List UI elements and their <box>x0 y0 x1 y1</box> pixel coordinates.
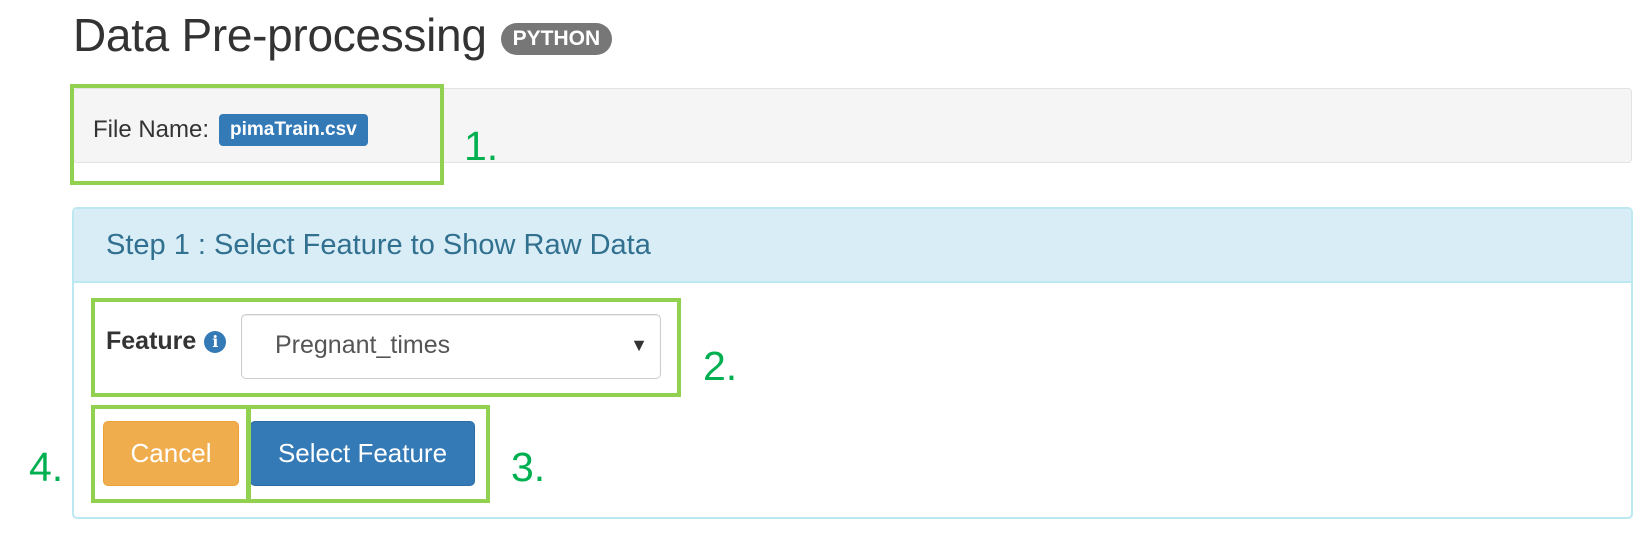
annotation-number-4: 4. <box>29 444 64 490</box>
file-name-badge: pimaTrain.csv <box>219 114 368 146</box>
annotation-number-3: 3. <box>511 444 546 490</box>
select-feature-button[interactable]: Select Feature <box>250 421 475 486</box>
file-name-row: File Name: pimaTrain.csv <box>93 114 368 146</box>
panel-heading: Step 1 : Select Feature to Show Raw Data <box>74 209 1631 283</box>
feature-select-value: Pregnant_times <box>275 331 451 359</box>
feature-label: Feature <box>106 327 197 355</box>
language-badge: PYTHON <box>500 23 613 55</box>
file-name-label: File Name: <box>93 115 210 143</box>
info-circle-icon[interactable]: i <box>204 330 227 353</box>
feature-select[interactable]: Pregnant_times ▼ <box>241 314 661 379</box>
annotation-number-1: 1. <box>464 123 499 169</box>
page-title: Data Pre-processing <box>73 9 487 61</box>
annotation-number-2: 2. <box>703 343 738 389</box>
cancel-button[interactable]: Cancel <box>103 421 239 486</box>
page-header: Data Pre-processing PYTHON <box>73 9 613 61</box>
caret-down-icon: ▼ <box>630 335 648 355</box>
feature-label-row: Feature i <box>106 327 227 356</box>
panel-title: Step 1 : Select Feature to Show Raw Data <box>106 229 651 261</box>
page: Data Pre-processing PYTHON File Name: pi… <box>0 0 1651 557</box>
